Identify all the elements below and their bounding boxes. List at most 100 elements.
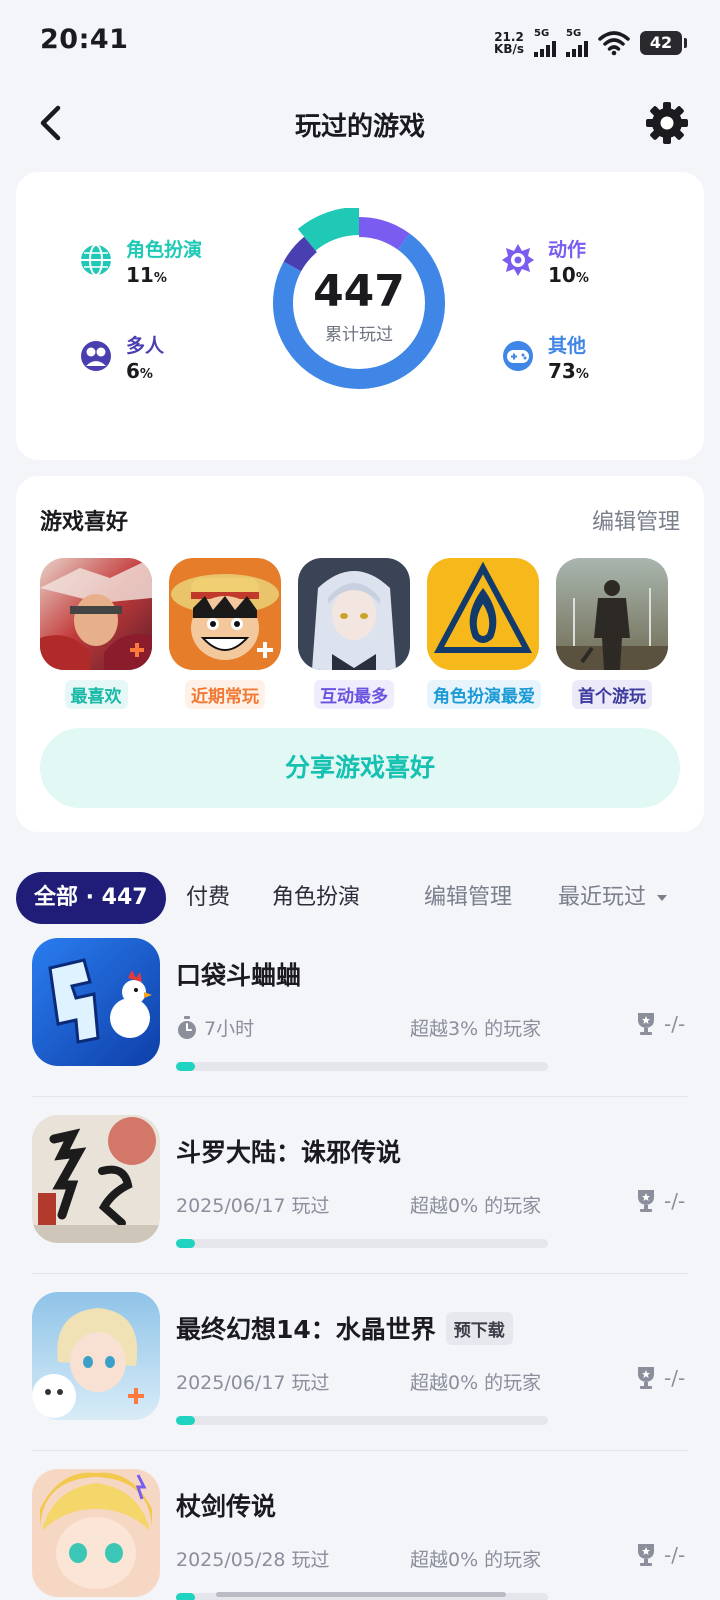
sim1-label: 5G [534,28,550,39]
game-rank: 超越0% 的玩家 [410,1372,542,1394]
category-donut-chart: 447 累计玩过 [264,207,454,398]
pre-download-badge: 预下载 [445,1311,513,1345]
preferences-edit-link[interactable]: 编辑管理 [592,504,680,536]
gear-icon [646,102,688,144]
achievement-count: -/- [636,1543,685,1567]
achievement-count: -/- [636,1189,685,1213]
net-speed-unit: KB/s [494,42,524,56]
category-pct: 10% [548,263,589,287]
page-title: 玩过的游戏 [294,112,425,142]
game-last-played: 2025/06/17 玩过 [176,1372,330,1394]
stopwatch-icon [178,1015,196,1039]
game-icon [32,938,160,1066]
stats-card: 角色扮演 11% 多人 6% 动作 10% 其他 73% 447 累计玩过 [16,172,704,460]
sim1-signal-icon: 5G [534,29,556,57]
trophy-icon [638,1367,654,1389]
game-list-item[interactable]: 最终幻想14：水晶世界 预下载 2025/06/17 玩过 超越0% 的玩家 -… [0,1274,720,1451]
donut-slice-0 [297,207,360,251]
game-rank: 超越0% 的玩家 [410,1549,542,1571]
header: 玩过的游戏 [0,90,720,156]
pref-tag: 首个游玩 [572,680,652,709]
game-rank: 超越3% 的玩家 [410,1018,542,1040]
category-pct: 11% [126,263,167,287]
pref-tag: 互动最多 [314,680,394,709]
category-multiplayer: 多人 6% [78,334,164,388]
game-list-item[interactable]: 杖剑传说 2025/05/28 玩过 超越0% 的玩家 -/- [0,1451,720,1600]
sim2-signal-icon: 5G [566,29,588,57]
game-playtime: 7小时 [176,1014,254,1041]
game-list-item[interactable]: 口袋斗蛐蛐 7小时 超越3% 的玩家 -/- [0,920,720,1097]
category-rpg: 角色扮演 11% [78,238,202,292]
donut-slice-1 [358,217,410,250]
status-icons: 21.2 KB/s 5G 5G 42 [494,26,687,60]
total-played-count: 447 [313,266,405,317]
preferences-title: 游戏喜好 [40,510,129,535]
category-name: 其他 [548,335,587,357]
pref-tag: 最喜欢 [64,680,128,709]
game-icon [32,1469,160,1597]
category-action: 动作 10% [500,238,589,292]
game-last-played: 2025/05/28 玩过 [176,1549,330,1571]
game-rank: 超越0% 的玩家 [410,1195,542,1217]
filter-all-chip[interactable]: 全部 · 447 [16,872,166,924]
status-bar: 20:41 21.2 KB/s 5G 5G 42 [0,0,720,84]
progress-bar [176,1062,548,1071]
net-speed: 21.2 KB/s [494,31,524,55]
category-other: 其他 73% [500,334,589,388]
game-title: 口袋斗蛐蛐 [176,961,302,990]
scroll-indicator [216,1592,506,1597]
game-art-image [556,558,668,670]
progress-bar [176,1416,548,1425]
game-last-played: 2025/06/17 玩过 [176,1195,330,1217]
gamepad-icon [500,338,536,374]
trophy-icon [638,1544,654,1566]
category-name: 多人 [126,335,165,357]
action-burst-icon [500,242,536,278]
share-preferences-button[interactable]: 分享游戏喜好 [40,728,680,808]
total-played-caption: 累计玩过 [325,325,393,345]
pref-tag: 近期常玩 [185,680,265,709]
category-pct: 73% [548,359,589,383]
multiplayer-icon [78,338,114,374]
status-time: 20:41 [40,24,129,55]
pref-item-rpg-favorite[interactable]: 角色扮演最爱 [427,558,541,709]
filter-paid-chip[interactable]: 付费 [186,872,230,924]
trophy-icon [638,1190,654,1212]
game-list-item[interactable]: 斗罗大陆：诛邪传说 2025/06/17 玩过 超越0% 的玩家 -/- [0,1097,720,1274]
pref-item-first-played[interactable]: 首个游玩 [556,558,668,709]
pref-item-interactive[interactable]: 互动最多 [298,558,410,709]
battery-indicator: 42 [640,31,687,55]
progress-fill [176,1416,195,1425]
pref-item-recent[interactable]: 近期常玩 [169,558,281,709]
game-art-image [169,558,281,670]
wifi-icon [598,31,630,56]
globe-icon [78,242,114,278]
sim2-label: 5G [566,28,582,39]
game-title: 杖剑传说 [176,1492,277,1521]
progress-fill [176,1062,195,1071]
category-pct: 6% [126,359,153,383]
donut-slice-2 [283,236,318,272]
progress-fill [176,1239,195,1248]
list-edit-link[interactable]: 编辑管理 [424,872,512,924]
game-icon [32,1292,160,1420]
achievement-count: -/- [636,1366,685,1390]
game-icon [32,1115,160,1243]
category-name: 角色扮演 [126,239,203,261]
caret-down-icon [657,895,668,901]
settings-button[interactable] [644,100,690,146]
game-title: 斗罗大陆：诛邪传说 [176,1138,402,1167]
achievement-count: -/- [636,1012,685,1036]
game-title: 最终幻想14：水晶世界 预下载 [176,1310,513,1346]
pref-tag: 角色扮演最爱 [427,680,541,709]
sort-label: 最近玩过 [558,885,647,910]
category-name: 动作 [548,239,587,261]
game-preferences-card: 游戏喜好 编辑管理 最喜欢 近期常玩 互动最多 角色扮演最爱 首个游玩 分享游戏… [16,476,704,832]
filter-rpg-chip[interactable]: 角色扮演 [272,872,360,924]
progress-fill [176,1593,195,1600]
pref-item-favorite[interactable]: 最喜欢 [40,558,152,709]
sort-dropdown[interactable]: 最近玩过 [558,872,669,924]
filter-bar: 全部 · 447 付费 角色扮演 编辑管理 最近玩过 [16,872,704,924]
trophy-icon [638,1013,654,1035]
game-art-image [298,558,410,670]
